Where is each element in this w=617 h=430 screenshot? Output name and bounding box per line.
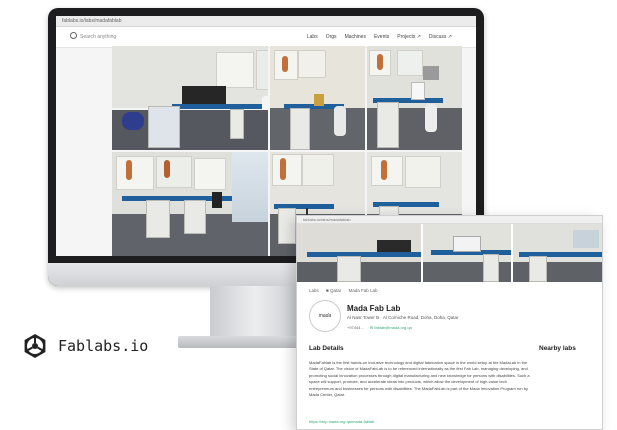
breadcrumb-labs[interactable]: Labs (309, 288, 319, 293)
nav-projects[interactable]: Projects ↗ (397, 34, 421, 40)
header-photo[interactable] (513, 224, 602, 282)
monitor-stand (210, 286, 300, 340)
lab-description: MadaFablab is the first hands-on inclusi… (309, 360, 530, 398)
site-header: Search anything Labs Orgs Machines Event… (56, 27, 476, 48)
header-photo[interactable] (297, 224, 421, 282)
gallery-photo[interactable] (112, 152, 269, 256)
nav-orgs[interactable]: Orgs (326, 34, 337, 40)
search-input[interactable]: Search anything (70, 32, 156, 42)
address-bar[interactable]: fablabs.io/labs/madafablab (297, 216, 602, 224)
address-bar[interactable]: fablabs.io/labs/madafablab (56, 16, 476, 27)
nav-labs[interactable]: Labs (307, 34, 318, 40)
lab-logo-text: mada (318, 313, 332, 319)
fablabs-logo-icon (24, 334, 46, 358)
search-icon (70, 32, 77, 39)
nav-events[interactable]: Events (374, 34, 389, 40)
main-nav: Labs Orgs Machines Events Projects ↗ Dis… (307, 27, 452, 47)
brand: Fablabs.io (22, 333, 148, 359)
breadcrumb-country[interactable]: ■ Qatar (326, 288, 341, 293)
nav-discuss[interactable]: Discuss ↗ (429, 34, 452, 40)
lab-phone[interactable]: +97444... (347, 325, 364, 330)
gallery-photo[interactable] (367, 46, 462, 150)
gallery-photo[interactable] (270, 46, 366, 150)
brand-name: Fablabs.io (58, 337, 149, 355)
header-photo[interactable] (422, 224, 512, 282)
lab-email[interactable]: ✉ fablab@mada.org.qa (370, 325, 412, 330)
lab-header-photos (297, 224, 602, 282)
lab-address: Al Nasr Tower B · Al Corniche Road, Doha… (347, 315, 459, 320)
nav-machines[interactable]: Machines (345, 34, 366, 40)
lab-page-window: fablabs.io/labs/madafablab Labs ■ Qatar … (296, 215, 603, 430)
breadcrumb: Labs ■ Qatar Mada Fab Lab (309, 288, 384, 293)
breadcrumb-current: Mada Fab Lab (348, 288, 378, 293)
gallery-photo[interactable] (112, 46, 269, 150)
lab-logo: mada (309, 300, 341, 332)
lab-details-heading: Lab Details (309, 345, 344, 352)
lab-website-link[interactable]: https://mip.mada.org.qa/mada-fablab (309, 419, 374, 424)
nearby-labs-heading: Nearby labs (539, 345, 576, 352)
lab-title: Mada Fab Lab (347, 304, 401, 313)
lab-contact: +97444... ✉ fablab@mada.org.qa (347, 325, 412, 330)
search-placeholder: Search anything (80, 34, 117, 40)
